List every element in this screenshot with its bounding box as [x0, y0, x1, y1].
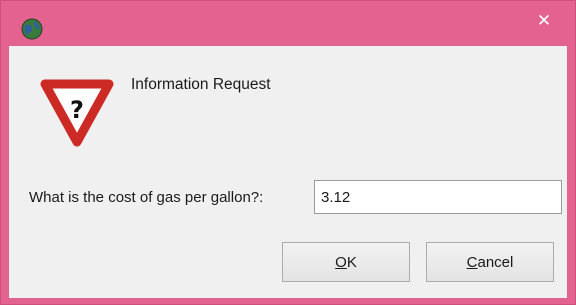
close-icon: ✕: [536, 11, 552, 31]
close-button[interactable]: ✕: [521, 7, 567, 35]
cancel-label-rest: ancel: [477, 253, 514, 271]
ok-mnemonic: O: [335, 253, 347, 271]
dialog-header: Information Request: [131, 76, 271, 93]
dialog-window: ✕ ? Information Request What is the cost…: [0, 0, 576, 305]
title-bar[interactable]: ✕: [1, 1, 575, 44]
question-mark-glyph: ?: [70, 96, 84, 124]
prompt-label: What is the cost of gas per gallon?:: [29, 189, 264, 206]
cancel-button[interactable]: Cancel: [426, 242, 554, 282]
ok-button[interactable]: OK: [282, 242, 410, 282]
app-globe-icon[interactable]: [20, 17, 44, 41]
answer-input[interactable]: [314, 180, 562, 214]
ok-label-rest: K: [346, 253, 357, 271]
question-warning-icon: ?: [39, 74, 115, 150]
dialog-body: ? Information Request What is the cost o…: [9, 46, 567, 298]
cancel-mnemonic: C: [466, 253, 478, 271]
